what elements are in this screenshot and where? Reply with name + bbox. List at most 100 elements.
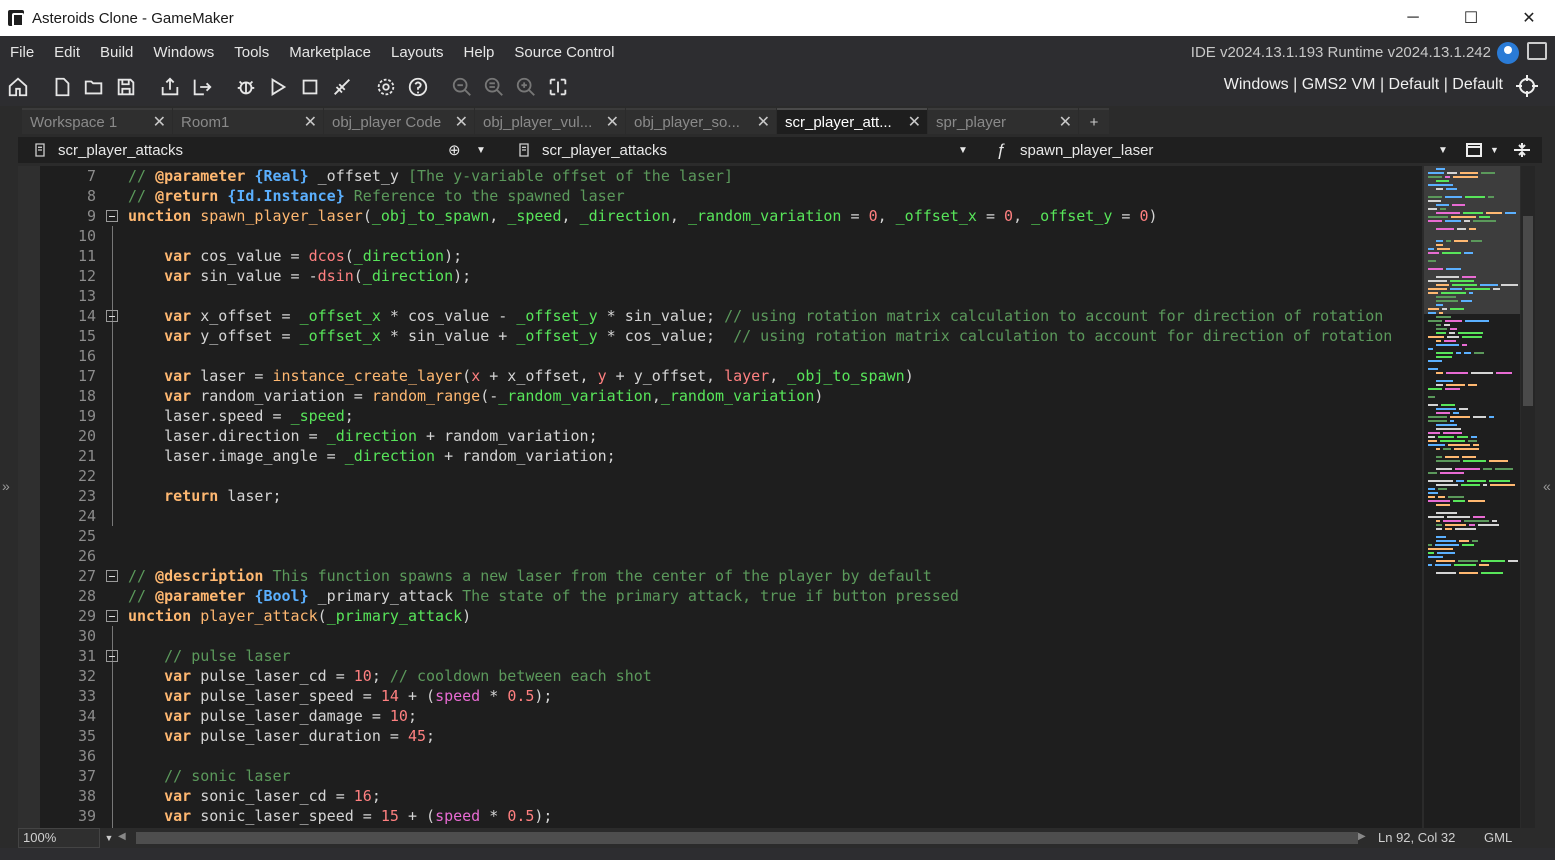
script-selector[interactable]: scr_player_attacks (542, 137, 667, 163)
close-tab-icon[interactable]: ✕ (153, 112, 166, 132)
save-icon[interactable] (112, 73, 140, 101)
menu-build[interactable]: Build (90, 44, 143, 61)
export-icon[interactable] (156, 73, 184, 101)
build-target-selector[interactable]: Windows | GMS2 VM | Default | Default (1224, 76, 1503, 94)
code-line[interactable]: 10 (18, 226, 1422, 246)
expand-left-panel-icon[interactable]: » (2, 478, 10, 494)
fit-screen-icon[interactable] (544, 73, 572, 101)
close-tab-icon[interactable]: ✕ (455, 112, 468, 132)
account-avatar-icon[interactable] (1497, 42, 1519, 64)
code-line[interactable]: 25 (18, 526, 1422, 546)
tab-obj-player-vul[interactable]: obj_player_vul... ✕ (475, 108, 625, 134)
scroll-right-icon[interactable]: ▶ (1358, 831, 1366, 842)
code-line[interactable]: 31 // pulse laser (18, 646, 1422, 666)
zoom-reset-icon[interactable] (480, 73, 508, 101)
code-line[interactable]: 33 var pulse_laser_speed = 14 + (speed *… (18, 686, 1422, 706)
chevron-down-icon[interactable]: ▼ (1490, 137, 1499, 163)
clean-icon[interactable] (328, 73, 356, 101)
chevron-down-icon[interactable]: ▼ (100, 828, 118, 848)
add-tab-button[interactable]: + (1079, 108, 1109, 134)
function-selector[interactable]: spawn_player_laser (1020, 137, 1153, 163)
menu-marketplace[interactable]: Marketplace (279, 44, 381, 61)
bottom-dock-strip[interactable] (0, 848, 1555, 860)
menu-tools[interactable]: Tools (224, 44, 279, 61)
fold-toggle-icon[interactable] (106, 570, 118, 582)
menu-help[interactable]: Help (454, 44, 505, 61)
new-project-icon[interactable] (48, 73, 76, 101)
code-line[interactable]: 16 (18, 346, 1422, 366)
chevron-down-icon[interactable]: ▼ (1438, 137, 1448, 163)
import-icon[interactable] (188, 73, 216, 101)
fold-toggle-icon[interactable] (106, 610, 118, 622)
code-line[interactable]: 14 var x_offset = _offset_x * cos_value … (18, 306, 1422, 326)
code-line[interactable]: 27 // @description This function spawns a… (18, 566, 1422, 586)
vertical-scrollbar[interactable] (1521, 166, 1535, 828)
code-line[interactable]: 39 var sonic_laser_speed = 15 + (speed *… (18, 806, 1422, 826)
zoom-in-icon[interactable] (512, 73, 540, 101)
code-line[interactable]: 15 var y_offset = _offset_x * sin_value … (18, 326, 1422, 346)
code-line[interactable]: 29 unction player_attack(_primary_attack) (18, 606, 1422, 626)
code-line[interactable]: 13 (18, 286, 1422, 306)
code-line[interactable]: 35 var pulse_laser_duration = 45; (18, 726, 1422, 746)
code-line[interactable]: 22 (18, 466, 1422, 486)
minimize-button[interactable]: ─ (1384, 0, 1442, 36)
split-editor-icon[interactable] (1512, 137, 1532, 163)
menu-source-control[interactable]: Source Control (504, 44, 624, 61)
home-icon[interactable] (4, 73, 32, 101)
horizontal-scrollbar[interactable] (136, 832, 1358, 844)
chevron-down-icon[interactable]: ▼ (476, 137, 486, 163)
add-event-icon[interactable]: ⊕ (448, 137, 461, 163)
expand-right-panel-icon[interactable]: « (1543, 478, 1551, 494)
code-line[interactable]: 20 laser.direction = _direction + random… (18, 426, 1422, 446)
code-line[interactable]: 38 var sonic_laser_cd = 16; (18, 786, 1422, 806)
maximize-button[interactable]: ☐ (1442, 0, 1500, 36)
code-editor[interactable]: 7 // @parameter {Real} _offset_y [The y-v… (18, 166, 1422, 828)
close-button[interactable]: ✕ (1500, 0, 1555, 36)
tab-scr-player-attacks[interactable]: scr_player_att... ✕ (777, 108, 927, 134)
code-minimap[interactable] (1424, 166, 1520, 828)
help-icon[interactable] (404, 73, 432, 101)
code-line[interactable]: 36 (18, 746, 1422, 766)
code-line[interactable]: 34 var pulse_laser_damage = 10; (18, 706, 1422, 726)
code-line[interactable]: 37 // sonic laser (18, 766, 1422, 786)
code-line[interactable]: 23 return laser; (18, 486, 1422, 506)
code-line[interactable]: 19 laser.speed = _speed; (18, 406, 1422, 426)
tab-room1[interactable]: Room1 ✕ (173, 108, 323, 134)
code-line[interactable]: 30 (18, 626, 1422, 646)
code-line[interactable]: 12 var sin_value = -dsin(_direction); (18, 266, 1422, 286)
fold-toggle-icon[interactable] (106, 210, 118, 222)
scroll-left-icon[interactable]: ◀ (118, 831, 126, 842)
chevron-down-icon[interactable]: ▼ (958, 137, 968, 163)
tab-workspace-1[interactable]: Workspace 1 ✕ (22, 108, 172, 134)
close-tab-icon[interactable]: ✕ (304, 112, 317, 132)
code-line[interactable]: 28 // @parameter {Bool} _primary_attack T… (18, 586, 1422, 606)
menu-windows[interactable]: Windows (143, 44, 224, 61)
close-tab-icon[interactable]: ✕ (908, 112, 921, 132)
menu-file[interactable]: File (0, 44, 44, 61)
close-tab-icon[interactable]: ✕ (606, 112, 619, 132)
open-project-icon[interactable] (80, 73, 108, 101)
code-line[interactable]: 26 (18, 546, 1422, 566)
code-line[interactable]: 32 var pulse_laser_cd = 10; // cooldown … (18, 666, 1422, 686)
close-tab-icon[interactable]: ✕ (1059, 112, 1072, 132)
fold-toggle-icon[interactable] (106, 650, 118, 662)
code-line[interactable]: 17 var laser = instance_create_layer(x +… (18, 366, 1422, 386)
scrollbar-thumb[interactable] (1523, 216, 1533, 406)
settings-gear-icon[interactable] (372, 73, 400, 101)
code-line[interactable]: 21 laser.image_angle = _direction + rand… (18, 446, 1422, 466)
code-line[interactable]: 9 unction spawn_player_laser(_obj_to_spaw… (18, 206, 1422, 226)
run-icon[interactable] (264, 73, 292, 101)
menu-edit[interactable]: Edit (44, 44, 90, 61)
zoom-out-icon[interactable] (448, 73, 476, 101)
code-line[interactable]: 11 var cos_value = dcos(_direction); (18, 246, 1422, 266)
zoom-level[interactable]: 100% (18, 828, 100, 848)
close-tab-icon[interactable]: ✕ (757, 112, 770, 132)
fold-toggle-icon[interactable] (106, 310, 118, 322)
menu-layouts[interactable]: Layouts (381, 44, 454, 61)
code-line[interactable]: 8 // @return {Id.Instance} Reference to t… (18, 186, 1422, 206)
window-mode-icon[interactable] (1466, 137, 1482, 163)
tab-spr-player[interactable]: spr_player ✕ (928, 108, 1078, 134)
code-line[interactable]: 18 var random_variation = random_range(-… (18, 386, 1422, 406)
stop-icon[interactable] (296, 73, 324, 101)
feedback-chat-icon[interactable] (1527, 42, 1547, 60)
